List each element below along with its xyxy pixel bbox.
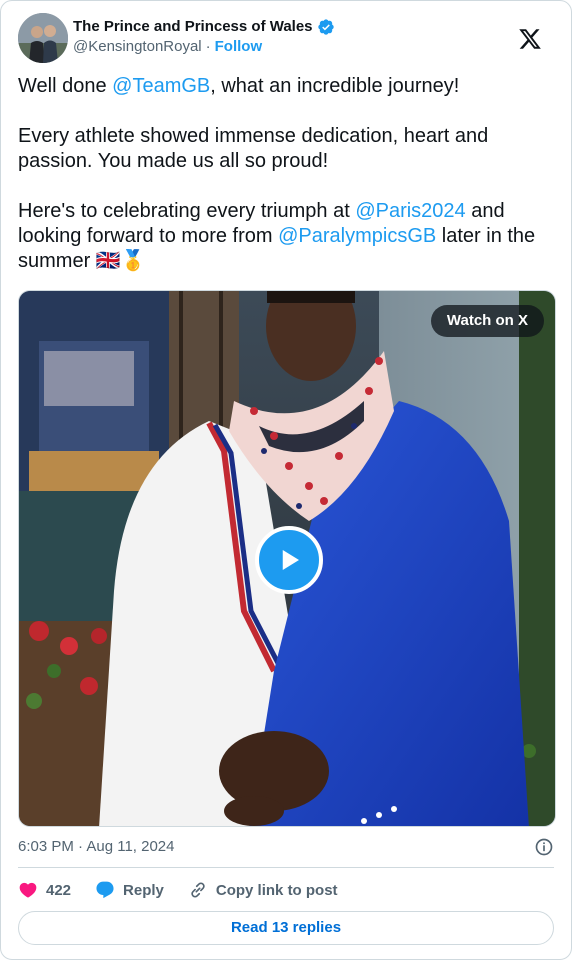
tweet-text: Well done @TeamGB, what an incredible jo… [18, 74, 548, 274]
reply-button[interactable]: Reply [95, 880, 164, 900]
link-icon [191, 882, 205, 898]
like-button[interactable]: 422 [18, 880, 71, 900]
avatar-image [18, 13, 68, 63]
reply-label: Reply [123, 881, 164, 899]
tweet-embed-card: The Prince and Princess of Wales @Kensin… [0, 0, 572, 960]
watch-on-x-button[interactable]: Watch on X [430, 305, 544, 337]
x-logo-icon[interactable] [518, 27, 542, 51]
tweet-text-segment: Well done [18, 75, 113, 97]
like-count: 422 [46, 881, 72, 899]
author-name[interactable]: The Prince and Princess of Wales [73, 17, 313, 37]
author-block: The Prince and Princess of Wales @Kensin… [73, 13, 335, 57]
copy-link-label: Copy link to post [215, 881, 338, 899]
avatar[interactable] [18, 13, 68, 63]
tweet-paragraph-1: Well done @TeamGB, what an incredible jo… [18, 74, 548, 99]
mention-link-paris2024[interactable]: @Paris2024 [355, 200, 465, 222]
read-replies-button[interactable]: Read 13 replies [18, 911, 554, 945]
tweet-paragraph-3: Here's to celebrating every triumph at @… [18, 199, 548, 274]
follow-button[interactable]: Follow [215, 38, 263, 55]
tweet-header: The Prince and Princess of Wales @Kensin… [18, 13, 559, 65]
verified-badge-icon [317, 19, 334, 35]
tweet-text-segment: , what an incredible journey! [210, 75, 460, 97]
divider [18, 867, 554, 868]
tweet-paragraph-2: Every athlete showed immense dedication,… [18, 125, 489, 172]
separator-dot: · [205, 38, 211, 55]
reply-bubble-icon [96, 881, 114, 899]
author-handle[interactable]: @KensingtonRoyal [73, 38, 202, 55]
mention-link-teamgb[interactable]: @TeamGB [112, 75, 210, 97]
play-button[interactable] [255, 526, 323, 594]
video-player[interactable]: Watch on X [18, 290, 556, 827]
tweet-text-segment: Here's to celebrating every triumph at [18, 200, 356, 222]
mention-link-paralympicsgb[interactable]: @ParalympicsGB [278, 225, 436, 247]
tweet-timestamp[interactable]: 6:03 PM · Aug 11, 2024 [18, 837, 175, 857]
info-icon[interactable] [534, 837, 554, 857]
copy-link-button[interactable]: Copy link to post [188, 880, 338, 900]
action-bar: 422 Reply Copy link to post [18, 878, 362, 902]
play-icon [282, 550, 299, 570]
heart-icon [19, 882, 37, 898]
